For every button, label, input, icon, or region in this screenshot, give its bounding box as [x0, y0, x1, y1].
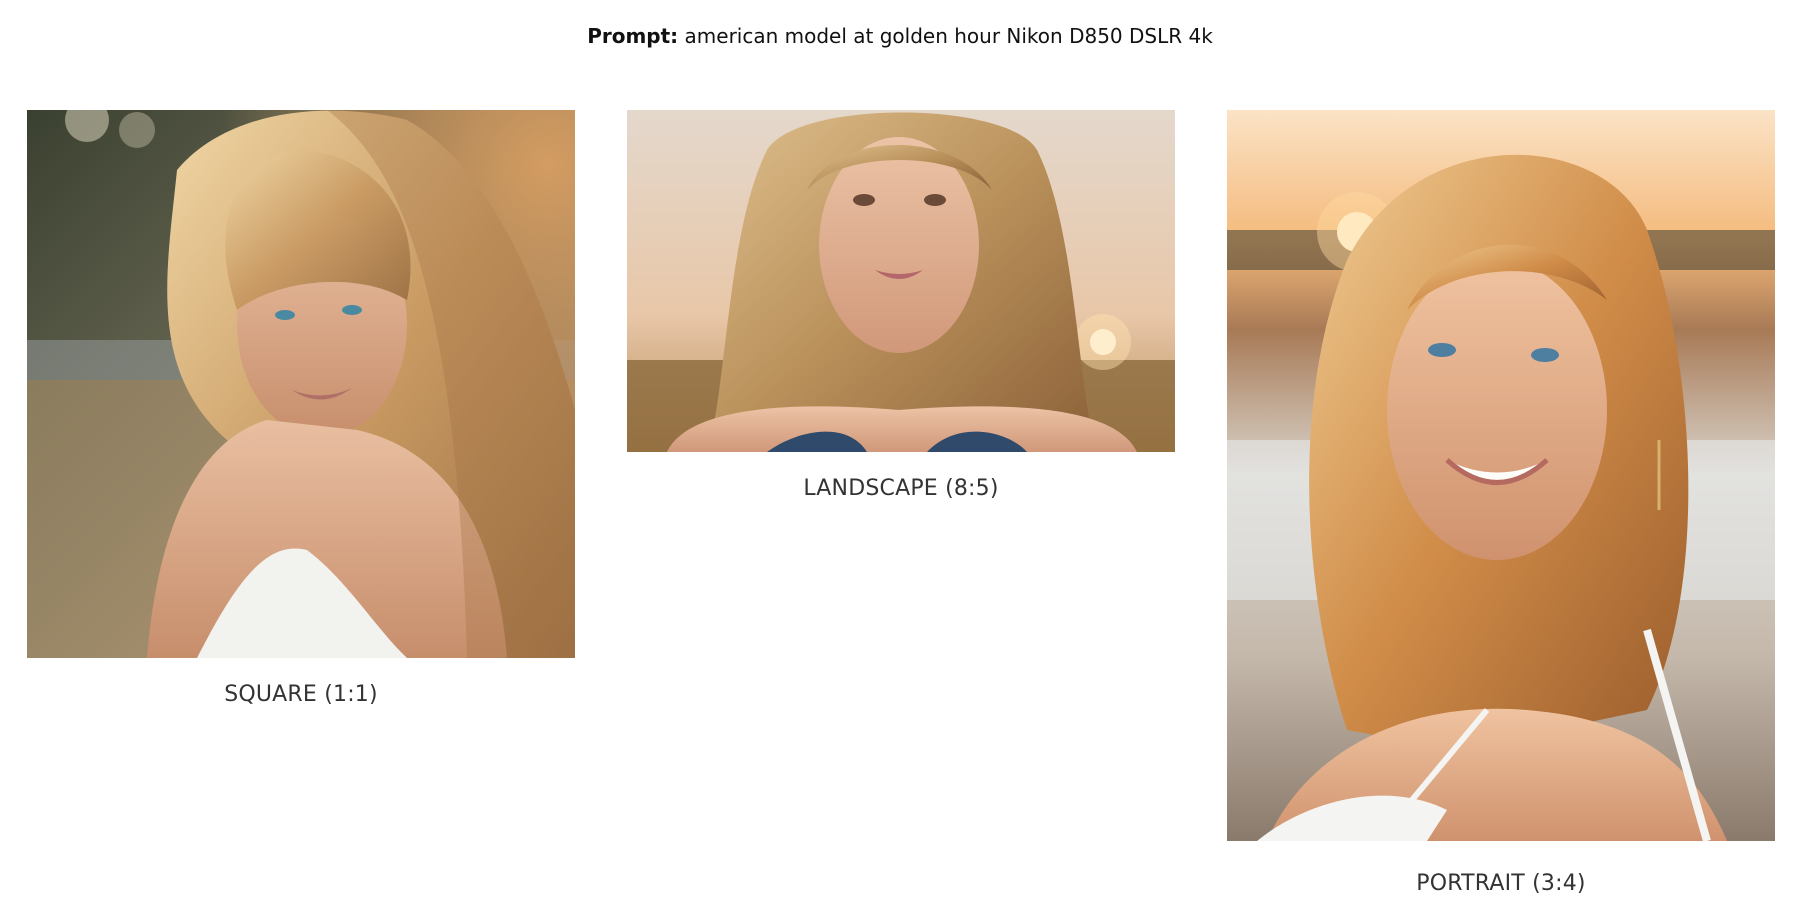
portrait-photo — [1227, 110, 1775, 841]
prompt-line: Prompt: american model at golden hour Ni… — [0, 22, 1800, 50]
prompt-label: Prompt: — [587, 24, 679, 48]
square-panel: SQUARE (1:1) — [27, 110, 575, 710]
landscape-photo-illustration — [627, 110, 1175, 452]
comparison-page: Prompt: american model at golden hour Ni… — [0, 0, 1800, 919]
landscape-caption: LANDSCAPE (8:5) — [803, 476, 999, 501]
portrait-panel: PORTRAIT (3:4) — [1227, 110, 1775, 899]
landscape-panel: LANDSCAPE (8:5) — [627, 110, 1175, 504]
portrait-photo-illustration — [1227, 110, 1775, 841]
square-caption: SQUARE (1:1) — [224, 682, 378, 707]
square-photo — [27, 110, 575, 658]
landscape-photo — [627, 110, 1175, 452]
square-photo-illustration — [27, 110, 575, 658]
prompt-text: american model at golden hour Nikon D850… — [678, 24, 1213, 48]
portrait-caption: PORTRAIT (3:4) — [1416, 871, 1586, 896]
